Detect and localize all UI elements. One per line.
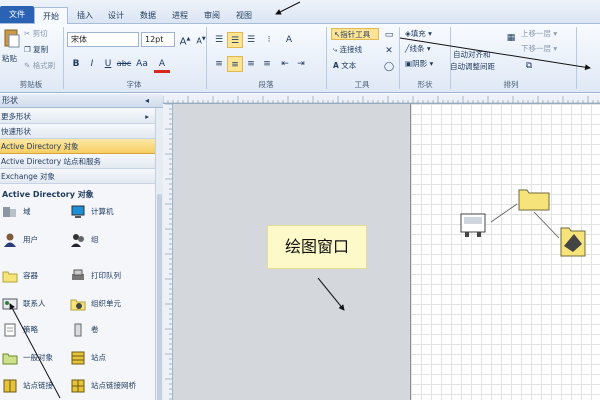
arrow-to-title [275,1,301,15]
arrow-to-ribbon [399,37,591,71]
arrow-to-stencil [9,303,61,399]
arrow-to-canvas [317,277,345,311]
annotation-arrows [9,1,591,399]
